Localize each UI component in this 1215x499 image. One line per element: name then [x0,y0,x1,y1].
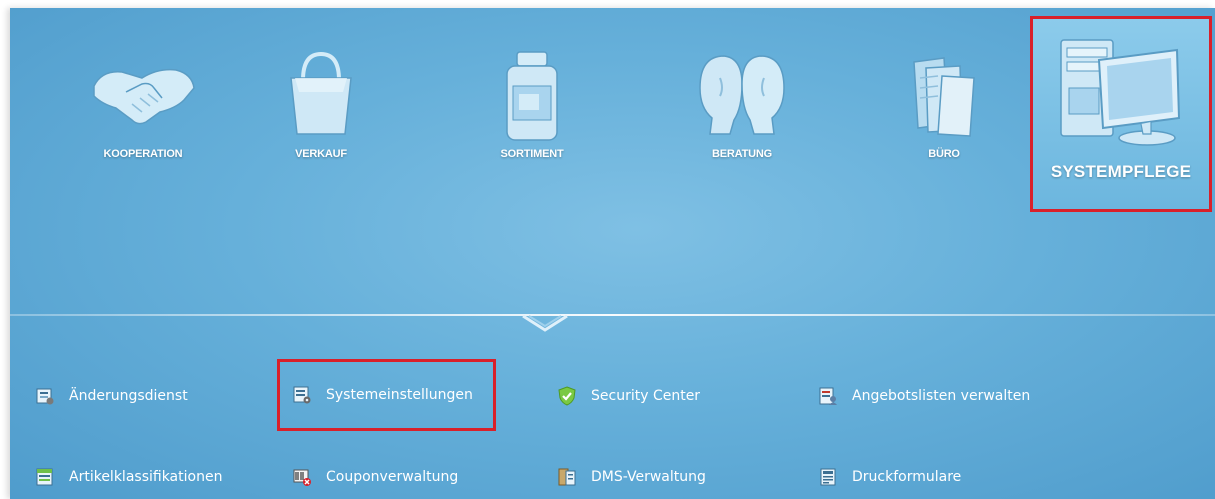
module-sortiment[interactable]: SORTIMENT [457,8,607,213]
module-label: SORTIMENT [500,148,564,160]
chevron-down-icon [522,314,568,332]
documents-icon [913,57,975,137]
print-forms-icon [820,468,836,486]
submenu-item-label: DMS-Verwaltung [591,469,706,485]
module-label: SYSTEMPFLEGE [1050,162,1192,181]
submenu-item-druckformulare[interactable]: Druckformulare [818,462,961,492]
update-service-icon [36,388,54,405]
submenu-item-systemeinstellungen[interactable]: Systemeinstellungen [277,359,496,431]
offer-lists-icon [819,387,837,405]
main-menu-panel: KOOPERATION VERKAUF SORTIMENT BERATUNG B… [10,8,1215,499]
module-label: VERKAUF [295,148,347,160]
submenu-item-angebotslisten[interactable]: Angebotslisten verwalten [818,381,1030,411]
module-buero[interactable]: BÜRO [869,8,1019,213]
submenu-item-label: Couponverwaltung [326,469,459,485]
module-label: KOOPERATION [103,148,183,160]
submenu-item-label: Druckformulare [852,469,962,485]
dms-icon [558,468,576,486]
module-systempflege[interactable]: SYSTEMPFLEGE [1030,16,1212,212]
module-kooperation[interactable]: KOOPERATION [68,8,218,213]
submenu-item-label: Änderungsdienst [69,388,188,404]
submenu-item-aenderungsdienst[interactable]: Änderungsdienst [35,381,188,411]
handshake-icon [93,68,195,125]
submenu-item-label: Angebotslisten verwalten [852,388,1031,404]
computer-icon [1060,39,1181,146]
submenu-item-label: Artikelklassifikationen [69,469,223,485]
consultation-heads-icon [699,55,785,135]
module-verkauf[interactable]: VERKAUF [246,8,396,213]
submenu-item-label: Security Center [591,388,701,404]
module-beratung[interactable]: BERATUNG [667,8,817,213]
submenu-item-dms-verwaltung[interactable]: DMS-Verwaltung [557,462,706,492]
medicine-bottle-icon [506,51,558,141]
section-divider [10,314,1215,316]
module-label: BERATUNG [712,148,772,160]
submenu-item-security-center[interactable]: Security Center [557,381,700,411]
shopping-bag-icon [290,51,352,135]
article-classification-icon [36,468,53,486]
system-settings-icon [293,386,311,404]
module-label: BÜRO [928,148,960,160]
submenu-item-artikelklassifikationen[interactable]: Artikelklassifikationen [35,462,222,492]
shield-check-icon [558,386,576,406]
submenu-item-label: Systemeinstellungen [326,387,473,403]
submenu-item-couponverwaltung[interactable]: Couponverwaltung [292,462,458,492]
coupon-icon [293,469,311,486]
